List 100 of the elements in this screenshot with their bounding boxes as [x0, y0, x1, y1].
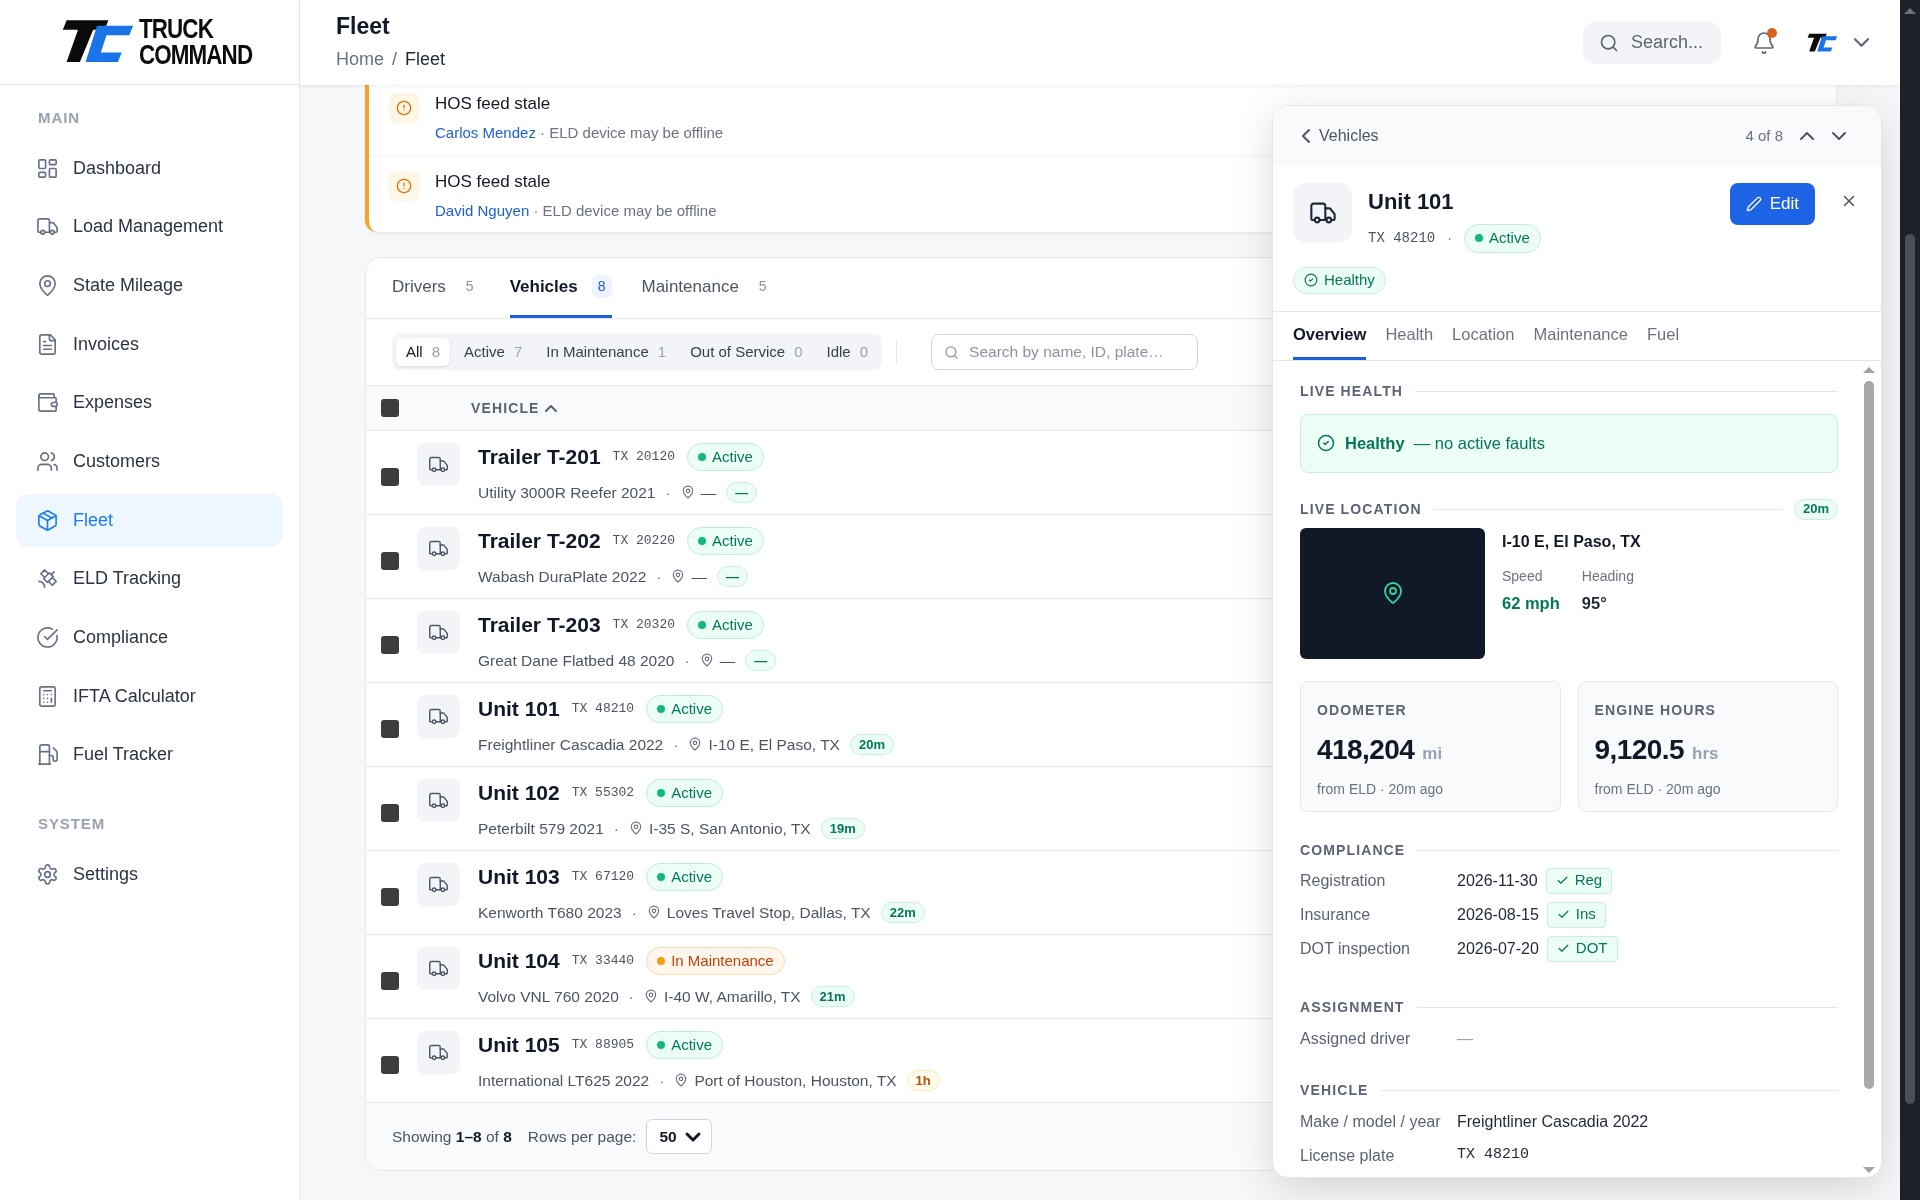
- chevron-left-icon: [1303, 130, 1309, 142]
- pencil-icon: [1745, 196, 1762, 212]
- nav-item[interactable]: Fuel Tracker: [16, 728, 283, 782]
- tab[interactable]: Location: [1452, 311, 1515, 360]
- tab-count: 5: [757, 277, 768, 296]
- section-heading: LIVE HEALTH: [1300, 381, 1404, 401]
- row-checkbox[interactable]: [381, 887, 399, 906]
- nav-item[interactable]: Customers: [16, 434, 283, 488]
- vehicle-location: I-40 W, Amarillo, TX: [663, 986, 801, 1007]
- tab[interactable]: Overview: [1293, 311, 1367, 360]
- search-icon: [944, 345, 960, 360]
- row-checkbox[interactable]: [381, 971, 399, 990]
- map-pin-icon: [680, 485, 695, 500]
- vehicle-model: Great Dane Flatbed 48 2020: [478, 650, 675, 671]
- nav-item[interactable]: ELD Tracking: [16, 552, 283, 606]
- tab[interactable]: Health: [1385, 311, 1434, 360]
- field-label: Registration: [1300, 870, 1387, 891]
- box-icon: [36, 508, 59, 532]
- driver-link[interactable]: Carlos Mendez: [435, 123, 536, 141]
- nav-item[interactable]: IFTA Calculator: [16, 669, 283, 723]
- vehicle-model: Wabash DuraPlate 2022: [478, 566, 647, 587]
- vehicle-location: —: [719, 650, 736, 671]
- section-heading: VEHICLE: [1300, 1080, 1369, 1100]
- plate-number: TX 55302: [571, 784, 635, 803]
- breadcrumb-link[interactable]: Home: [336, 46, 384, 74]
- filter-option[interactable]: All 8: [396, 338, 450, 366]
- vehicle-location: I-10 E, El Paso, TX: [708, 734, 840, 755]
- tab[interactable]: Maintenance 5: [641, 258, 773, 318]
- settings-icon: [36, 862, 59, 886]
- map-pin-icon: [671, 569, 686, 584]
- driver-link[interactable]: David Nguyen: [435, 201, 530, 219]
- filter-option[interactable]: Active 7: [454, 338, 533, 366]
- plate-number: TX 20120: [612, 448, 675, 467]
- nav-item[interactable]: State Mileage: [16, 258, 283, 312]
- check-icon: [1556, 908, 1570, 921]
- vehicle-name: Trailer T-202: [478, 528, 601, 555]
- brand-name: TRUCK: [138, 16, 215, 42]
- nav-item[interactable]: Expenses: [16, 376, 283, 430]
- breadcrumb-link[interactable]: Fleet: [405, 46, 446, 74]
- plate-number: TX 48210: [571, 700, 635, 719]
- tab[interactable]: Drivers 5: [392, 258, 480, 318]
- row-checkbox[interactable]: [381, 551, 399, 570]
- speed-value: 62 mph: [1502, 592, 1560, 614]
- status-badge: Active: [687, 526, 764, 556]
- filter-option[interactable]: In Maintenance 1: [536, 338, 677, 366]
- tab[interactable]: Fuel: [1646, 311, 1680, 360]
- plate-number: TX 48210: [1368, 228, 1436, 248]
- satellite-icon: [36, 567, 59, 591]
- status-badge: Active: [646, 694, 723, 724]
- stat-note: from ELD · 20m ago: [1594, 779, 1722, 799]
- tab[interactable]: Maintenance: [1533, 311, 1628, 360]
- field-label: DOT inspection: [1300, 938, 1411, 959]
- nav-item[interactable]: Dashboard: [16, 141, 283, 195]
- filter-count: 8: [431, 341, 440, 362]
- edit-button[interactable]: Edit: [1729, 183, 1815, 225]
- nav-item[interactable]: Settings: [16, 847, 283, 901]
- alert-detail: Carlos Mendez · ELD device may be offline: [435, 122, 724, 143]
- rows-per-page-select[interactable]: 50: [646, 1119, 712, 1154]
- nav-item[interactable]: Fleet: [16, 493, 283, 547]
- alert-detail: David Nguyen · ELD device may be offline: [435, 200, 717, 221]
- nav-item[interactable]: Compliance: [16, 611, 283, 664]
- chevron-down-icon: [1855, 39, 1868, 46]
- chevron-up-icon: [1801, 133, 1813, 139]
- tab[interactable]: Vehicles 8: [509, 258, 612, 318]
- section-heading: SYSTEM: [37, 814, 107, 835]
- truck-icon: [428, 790, 449, 811]
- row-checkbox[interactable]: [381, 467, 399, 486]
- health-summary: Healthy — no active faults: [1345, 432, 1545, 454]
- search-field[interactable]: Search by name, ID, plate…: [931, 334, 1199, 370]
- search-field[interactable]: Search...: [1583, 21, 1721, 64]
- users-icon: [36, 449, 59, 473]
- age-badge: —: [717, 565, 748, 587]
- nav-item[interactable]: Invoices: [16, 317, 283, 371]
- plate-number: TX 88905: [571, 1036, 635, 1055]
- alert-title: HOS feed stale: [435, 93, 552, 115]
- back-link[interactable]: Vehicles: [1303, 124, 1379, 148]
- status-badge: In Maintenance: [646, 946, 785, 976]
- row-checkbox[interactable]: [381, 803, 399, 822]
- compliance-badge: Reg: [1545, 867, 1613, 894]
- select-all-checkbox[interactable]: [381, 399, 399, 417]
- nav-item[interactable]: Load Management: [16, 200, 283, 254]
- age-badge: 19m: [820, 817, 865, 839]
- age-badge: —: [726, 481, 758, 503]
- vehicle-model: International LT625 2022: [478, 1070, 650, 1091]
- column-header[interactable]: VEHICLE: [471, 397, 556, 419]
- field-label: Insurance: [1300, 904, 1372, 925]
- status-badge: Active: [646, 862, 723, 892]
- vehicle-model: Volvo VNL 760 2020: [478, 986, 619, 1007]
- filter-option[interactable]: Idle 0: [816, 338, 879, 366]
- warning-icon: [396, 178, 412, 194]
- row-checkbox[interactable]: [381, 719, 399, 738]
- stat-unit: hrs: [1692, 742, 1719, 765]
- breadcrumb-separator: /: [392, 48, 398, 72]
- row-checkbox[interactable]: [381, 1055, 399, 1074]
- plate-number: TX 20320: [612, 616, 675, 635]
- status-badge: Active: [646, 1030, 723, 1060]
- row-checkbox[interactable]: [381, 635, 399, 654]
- filter-option[interactable]: Out of Service 0: [680, 338, 813, 366]
- age-badge: 22m: [880, 901, 925, 923]
- filter-count: 1: [657, 341, 667, 362]
